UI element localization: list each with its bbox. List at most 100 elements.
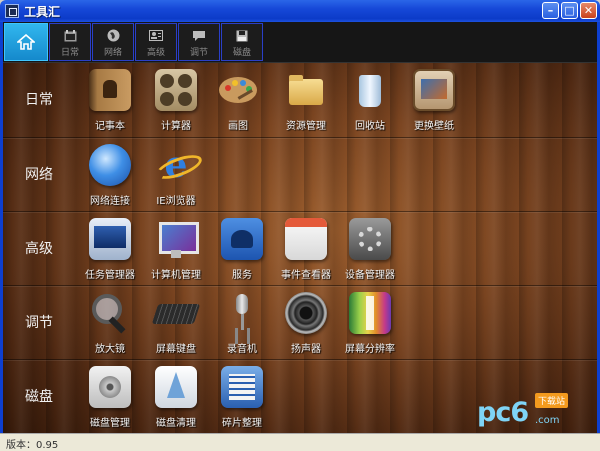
- watermark-suffix: .com: [535, 415, 560, 426]
- tab-network[interactable]: 网络: [92, 23, 134, 61]
- disk-icon: [89, 366, 131, 408]
- device-manager-icon: [349, 218, 391, 260]
- tool-services[interactable]: 服务: [209, 218, 275, 281]
- keyboard-icon: [155, 292, 197, 334]
- tool-ie-browser-label: IE浏览器: [156, 196, 196, 207]
- category-row-network: 网络 网络连接 e IE浏览器: [3, 137, 597, 211]
- tool-grid: 日常 记事本 计算器 画图 资源管理 回收站 更换壁纸 网络 网络连接 e IE…: [3, 63, 597, 433]
- minimize-button[interactable]: –: [542, 2, 559, 19]
- version-label: 版本：0.95: [6, 440, 59, 451]
- tool-notepad[interactable]: 记事本: [77, 69, 143, 132]
- tab-home[interactable]: [4, 23, 48, 61]
- wallpaper-icon: [413, 69, 455, 111]
- calculator-icon: [155, 69, 197, 111]
- tool-on-screen-keyboard-label: 屏幕键盘: [156, 344, 196, 355]
- tool-task-manager[interactable]: 任务管理器: [77, 218, 143, 281]
- tab-daily[interactable]: 日常: [49, 23, 91, 61]
- tool-paint[interactable]: 画图: [205, 69, 271, 132]
- maximize-button[interactable]: □: [561, 2, 578, 19]
- watermark-brand: pc6: [477, 397, 529, 428]
- tool-calculator-label: 计算器: [161, 121, 191, 132]
- magnifier-icon: [89, 292, 131, 334]
- category-label-disk: 磁盘: [25, 389, 53, 405]
- tool-notepad-label: 记事本: [95, 121, 125, 132]
- task-manager-icon: [89, 218, 131, 260]
- tool-ie-browser[interactable]: e IE浏览器: [143, 144, 209, 207]
- tool-device-manager[interactable]: 设备管理器: [337, 218, 403, 281]
- folder-icon: [285, 69, 327, 111]
- category-row-adjust: 调节 放大镜 屏幕键盘 录音机 扬声器 屏幕分辨率: [3, 285, 597, 359]
- window-controls: – □ ✕: [542, 2, 597, 19]
- tool-recycle-bin[interactable]: 回收站: [337, 69, 403, 132]
- tab-adjust[interactable]: 调节: [178, 23, 220, 61]
- tab-disk-label: 磁盘: [232, 48, 251, 58]
- tool-on-screen-keyboard[interactable]: 屏幕键盘: [143, 292, 209, 355]
- window-title: 工具汇: [24, 4, 61, 19]
- tool-magnifier-label: 放大镜: [95, 344, 125, 355]
- tool-defragment[interactable]: 碎片整理: [209, 366, 275, 429]
- tool-network-connections-label: 网络连接: [90, 196, 130, 207]
- floppy-disk-icon: [235, 29, 249, 42]
- tool-network-connections[interactable]: 网络连接: [77, 144, 143, 207]
- tool-event-viewer-label: 事件查看器: [281, 270, 331, 281]
- microphone-icon: [221, 292, 263, 334]
- tool-disk-cleanup[interactable]: 磁盘清理: [143, 366, 209, 429]
- tool-screen-resolution[interactable]: 屏幕分辨率: [337, 292, 403, 355]
- category-label-advanced: 高级: [25, 241, 53, 257]
- tool-sound-recorder-label: 录音机: [227, 344, 257, 355]
- tool-disk-management-label: 磁盘管理: [90, 418, 130, 429]
- tool-magnifier[interactable]: 放大镜: [77, 292, 143, 355]
- speaker-icon: [285, 292, 327, 334]
- tool-paint-label: 画图: [228, 121, 248, 132]
- tool-speaker[interactable]: 扬声器: [273, 292, 339, 355]
- tab-daily-label: 日常: [60, 48, 79, 58]
- category-label-network: 网络: [25, 167, 53, 183]
- category-row-daily: 日常 记事本 计算器 画图 资源管理 回收站 更换壁纸: [3, 63, 597, 137]
- tab-advanced-label: 高级: [146, 48, 165, 58]
- notebook-icon: [89, 69, 131, 111]
- tab-disk[interactable]: 磁盘: [221, 23, 263, 61]
- computer-icon: [155, 218, 199, 260]
- network-globe-icon: [89, 144, 131, 186]
- watermark-badge: 下载站: [535, 393, 569, 408]
- category-label-adjust: 调节: [25, 315, 53, 331]
- ie-browser-icon: e: [155, 144, 197, 186]
- tool-recycle-bin-label: 回收站: [355, 121, 385, 132]
- event-viewer-icon: [285, 218, 327, 260]
- tool-explorer-label: 资源管理: [286, 121, 326, 132]
- globe-icon: [106, 29, 120, 42]
- tool-computer-management-label: 计算机管理: [151, 270, 201, 281]
- tool-sound-recorder[interactable]: 录音机: [209, 292, 275, 355]
- category-toolbar: 日常 网络 高级 调节 磁盘: [3, 22, 597, 63]
- tool-defragment-label: 碎片整理: [222, 418, 262, 429]
- close-button[interactable]: ✕: [580, 2, 597, 19]
- status-bar: 版本：0.95: [0, 433, 600, 451]
- category-label-daily: 日常: [25, 92, 53, 108]
- tool-wallpaper[interactable]: 更换壁纸: [401, 69, 467, 132]
- tool-speaker-label: 扬声器: [291, 344, 321, 355]
- paint-palette-icon: [217, 69, 259, 111]
- tool-computer-management[interactable]: 计算机管理: [143, 218, 209, 281]
- id-card-icon: [149, 29, 163, 42]
- recycle-bin-icon: [349, 69, 391, 111]
- app-icon: [5, 4, 19, 18]
- title-bar[interactable]: 工具汇 – □ ✕: [0, 0, 600, 22]
- chat-bubble-icon: [192, 29, 206, 42]
- defrag-icon: [221, 366, 263, 408]
- tab-advanced[interactable]: 高级: [135, 23, 177, 61]
- tool-explorer[interactable]: 资源管理: [273, 69, 339, 132]
- disk-cleanup-icon: [155, 366, 197, 408]
- tab-adjust-label: 调节: [189, 48, 208, 58]
- tool-disk-cleanup-label: 磁盘清理: [156, 418, 196, 429]
- tool-device-manager-label: 设备管理器: [345, 270, 395, 281]
- home-icon: [17, 34, 35, 50]
- resolution-icon: [349, 292, 391, 334]
- services-icon: [221, 218, 263, 260]
- tool-screen-resolution-label: 屏幕分辨率: [345, 344, 395, 355]
- tool-wallpaper-label: 更换壁纸: [414, 121, 454, 132]
- tool-event-viewer[interactable]: 事件查看器: [273, 218, 339, 281]
- tool-disk-management[interactable]: 磁盘管理: [77, 366, 143, 429]
- tool-calculator[interactable]: 计算器: [143, 69, 209, 132]
- tool-task-manager-label: 任务管理器: [85, 270, 135, 281]
- calendar-icon: [63, 29, 77, 42]
